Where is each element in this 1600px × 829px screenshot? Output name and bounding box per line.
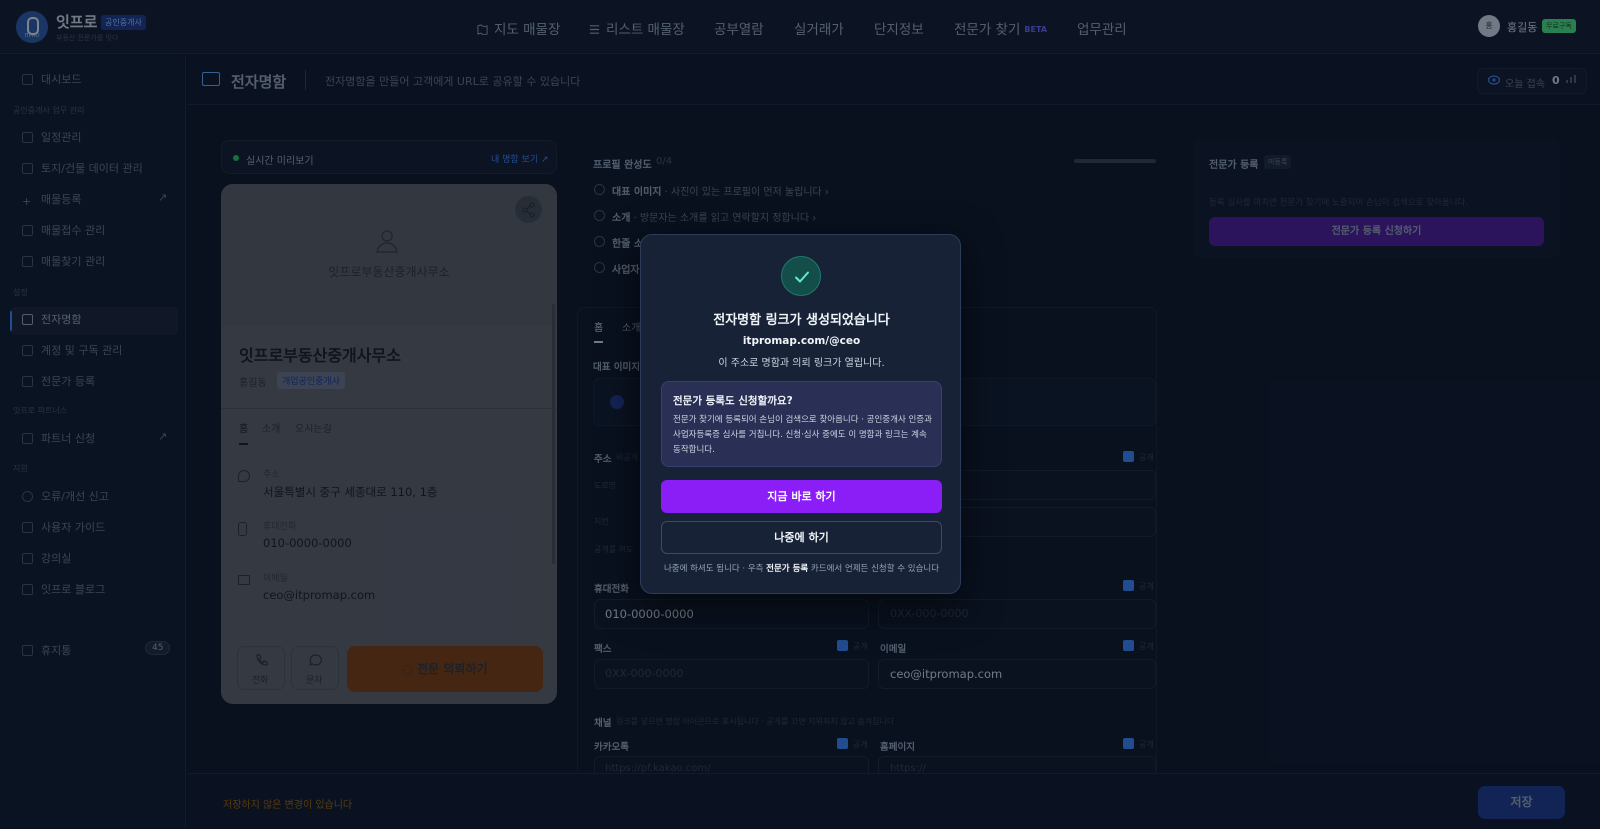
link-created-modal: 전자명함 링크가 생성되었습니다 itpromap.com/@ceo 이 주소로…	[640, 234, 961, 594]
expert-prompt-text: 전문가 찾기에 등록되어 손님이 검색으로 찾아옵니다 · 공인중개사 인증과 …	[673, 415, 932, 455]
note-emphasis: 전문가 등록	[766, 564, 809, 574]
modal-url[interactable]: itpromap.com/@ceo	[641, 335, 962, 347]
note-text: 나중에 하셔도 됩니다 · 우측	[663, 564, 767, 574]
success-check-icon	[781, 256, 821, 296]
expert-prompt-title: 전문가 등록도 신청할까요?	[673, 395, 793, 407]
do-it-now-button[interactable]: 지금 바로 하기	[661, 480, 942, 513]
modal-title: 전자명함 링크가 생성되었습니다	[713, 313, 890, 328]
modal-footnote: 나중에 하셔도 됩니다 · 우측 전문가 등록 카드에서 언제든 신청할 수 있…	[641, 562, 962, 574]
note-text: 카드에서 언제든 신청할 수 있습니다	[808, 564, 940, 574]
later-button[interactable]: 나중에 하기	[661, 521, 942, 554]
modal-description: 이 주소로 명함과 의뢰 링크가 열립니다.	[718, 358, 885, 369]
